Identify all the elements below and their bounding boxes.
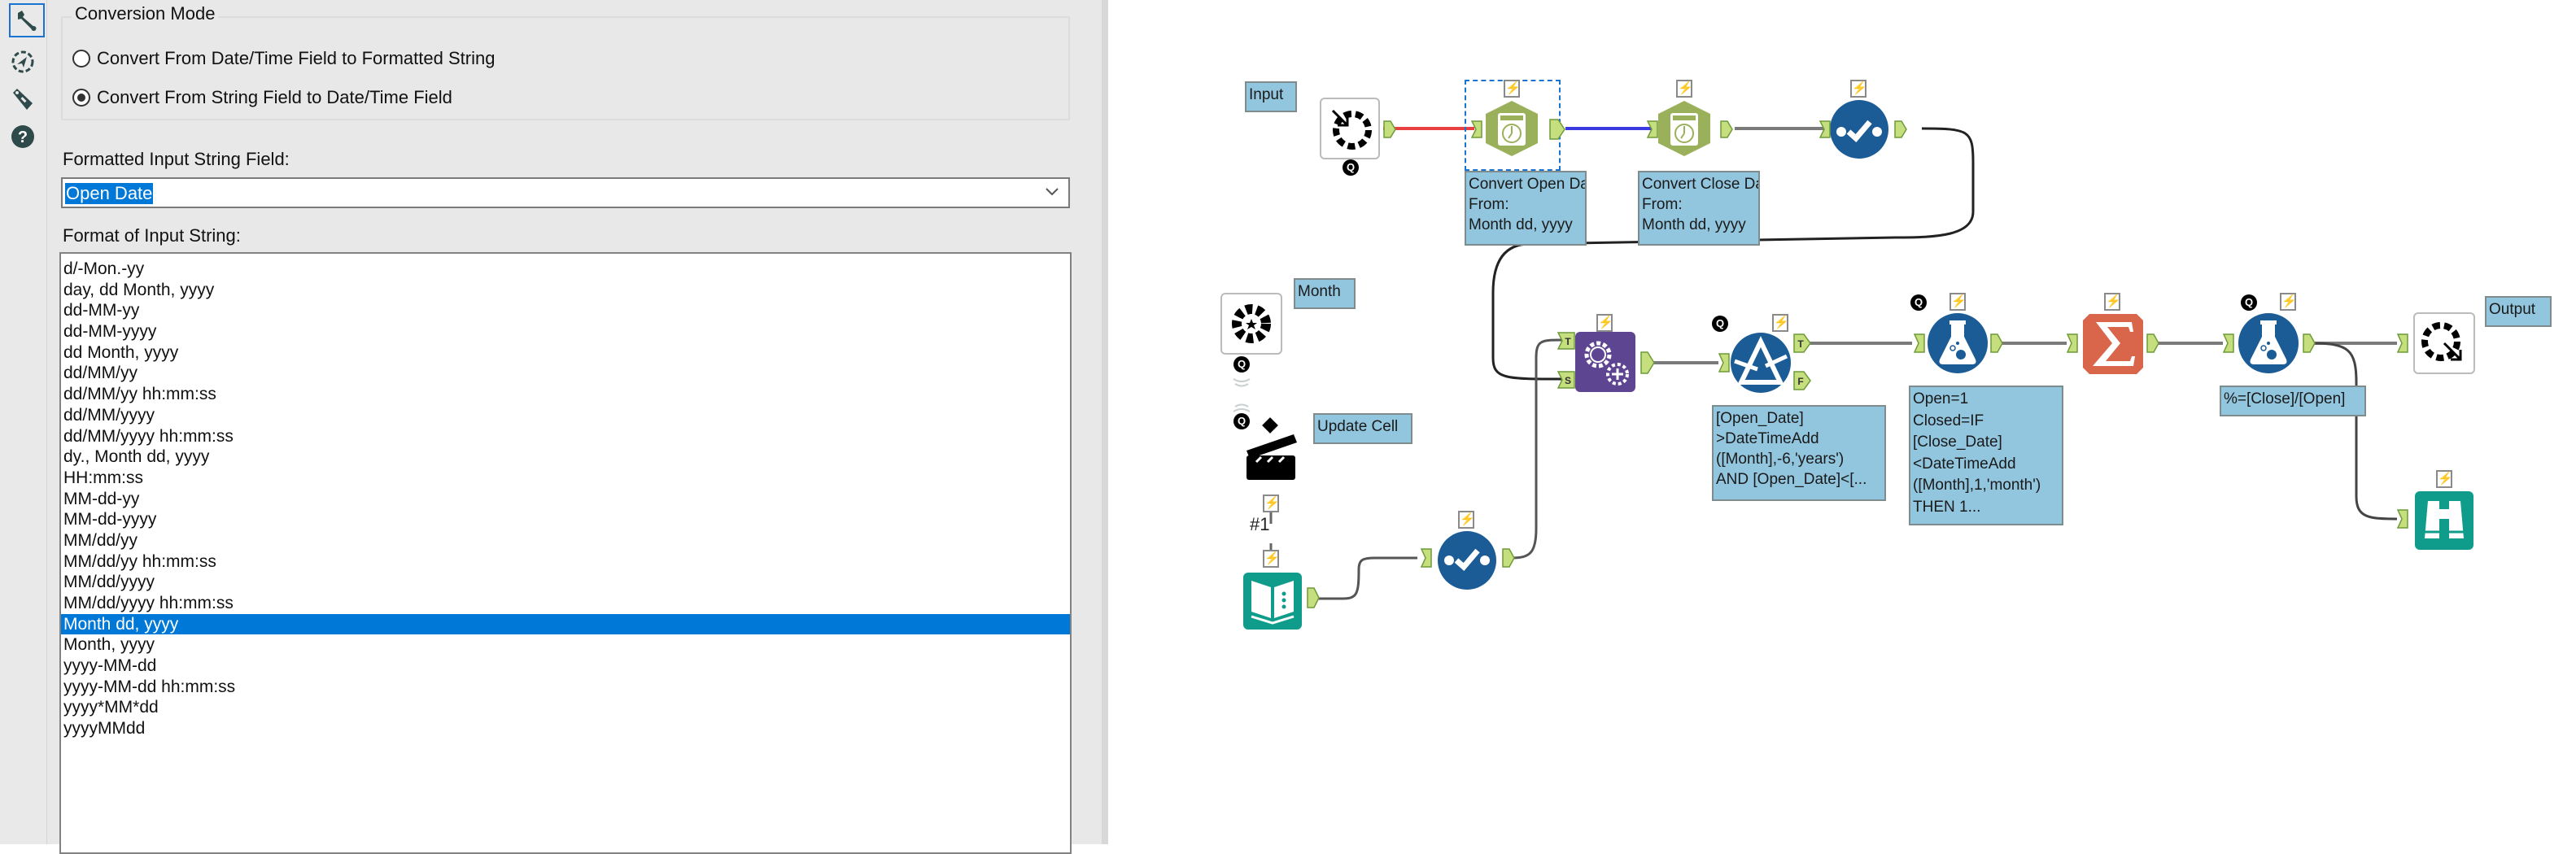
source-input-anchor[interactable]: S — [1557, 371, 1575, 389]
lightning-icon: ⚡ — [1676, 80, 1693, 98]
annotation-line: >DateTimeAdd — [1716, 430, 1819, 447]
lightning-icon: ⚡ — [1458, 511, 1475, 529]
annotation-update-cell: Update Cell — [1313, 413, 1412, 444]
svg-text:T: T — [1797, 338, 1804, 350]
input-anchor-icon[interactable] — [1718, 353, 1730, 373]
annotation-line: Convert Close Date — [1642, 176, 1758, 193]
annotation-line: From: — [1642, 196, 1683, 213]
annotation-filter: [Open_Date] >DateTimeAdd ([Month],-6,'ye… — [1712, 405, 1886, 501]
text-input-tool[interactable] — [1243, 569, 1302, 630]
input-anchor-icon[interactable] — [1914, 333, 1925, 353]
annotation-line: ([Month],-6,'years') — [1716, 451, 1845, 468]
output-anchor-icon[interactable] — [1990, 333, 2003, 353]
question-badge-icon: Q — [1910, 294, 1927, 311]
select-tool-bottom[interactable] — [1437, 530, 1497, 590]
formula-tool-2[interactable] — [2238, 312, 2299, 374]
output-anchor-icon[interactable] — [1502, 548, 1515, 568]
input-anchor-icon[interactable] — [2067, 333, 2078, 353]
annotation-line: THEN 1... — [1913, 498, 1981, 516]
annotation-line: AND [Open_Date]<[... — [1716, 471, 1867, 488]
lightning-icon: ⚡ — [1263, 495, 1280, 512]
output-anchor-icon[interactable] — [1383, 120, 1396, 138]
svg-text:T: T — [1565, 336, 1571, 347]
annotation-line: Open=1 — [1913, 390, 1969, 407]
select-tool-top[interactable] — [1829, 99, 1889, 159]
true-output-anchor[interactable]: T — [1793, 333, 1811, 353]
filter-tool[interactable] — [1730, 332, 1792, 394]
output-anchor-icon[interactable] — [1307, 587, 1320, 608]
input-anchor-icon[interactable] — [1421, 548, 1432, 568]
lightning-icon: ⚡ — [1504, 80, 1521, 98]
datetime-tool-close-date[interactable] — [1655, 99, 1714, 158]
annotation-line: [Open_Date] — [1716, 410, 1804, 427]
numeric-updown-tool[interactable] — [1220, 293, 1282, 355]
svg-text:F: F — [1797, 376, 1803, 387]
macro-output-tool[interactable] — [2413, 312, 2475, 374]
input-anchor-icon[interactable] — [2223, 333, 2234, 353]
macro-output-gear-icon — [2421, 322, 2462, 361]
annotation-line: Convert Open Date — [1469, 176, 1585, 193]
macro-input-gear-icon — [1331, 109, 1372, 150]
lightning-icon: ⚡ — [1772, 314, 1789, 332]
annotation-month: Month — [1294, 278, 1356, 309]
output-anchor-icon[interactable] — [1720, 120, 1733, 138]
connection-count-label: #1 — [1250, 514, 1270, 534]
connection-formula2-to-browse[interactable] — [2312, 342, 2398, 521]
datetime-icon — [1486, 101, 1538, 156]
input-anchor-icon[interactable] — [1471, 120, 1482, 138]
annotation-line: <DateTimeAdd — [1913, 455, 2016, 473]
annotation-line: ([Month],1,'month') — [1913, 477, 2041, 494]
annotation-line: Month dd, yyyy — [1642, 216, 1746, 233]
question-badge-icon: Q — [2241, 294, 2257, 311]
annotation-input: Input — [1245, 81, 1297, 112]
lightning-icon: ⚡ — [2104, 293, 2121, 311]
question-badge-icon: Q — [1712, 316, 1728, 332]
macro-input-tool[interactable] — [1320, 98, 1380, 159]
annotation-formula1: Open=1 Closed=IF [Close_Date] <DateTimeA… — [1909, 386, 2063, 525]
lightning-icon: ⚡ — [1596, 314, 1613, 332]
template-input-anchor[interactable]: T — [1557, 332, 1575, 350]
lightning-icon: ⚡ — [1263, 550, 1280, 568]
annotation-convert-close-date: Convert Close Date From: Month dd, yyyy — [1638, 171, 1760, 246]
annotation-output: Output — [2485, 296, 2552, 327]
summarize-tool[interactable] — [2083, 314, 2143, 374]
annotation-convert-open-date: Convert Open Date From: Month dd, yyyy — [1465, 171, 1587, 246]
annotation-formula2: %=[Close]/[Open] — [2220, 386, 2366, 416]
lightning-icon: ⚡ — [2280, 293, 2297, 311]
input-anchor-icon[interactable] — [1647, 120, 1658, 138]
lightning-icon: ⚡ — [1850, 80, 1867, 98]
connection-textinput-to-select2[interactable] — [1313, 556, 1417, 600]
input-anchor-icon[interactable] — [2397, 509, 2408, 529]
output-anchor-icon[interactable] — [1894, 120, 1907, 138]
action-tool[interactable] — [1245, 413, 1320, 481]
input-anchor-icon[interactable] — [2397, 333, 2408, 353]
annotation-line: Closed=IF — [1913, 412, 1984, 429]
input-anchor-icon[interactable] — [1819, 120, 1831, 138]
output-anchor-icon[interactable] — [1640, 351, 1655, 374]
formula-tool-1[interactable] — [1927, 312, 1989, 374]
false-output-anchor[interactable]: F — [1793, 371, 1811, 390]
connection-select2-to-macro-template[interactable] — [1511, 338, 1563, 560]
lightning-icon: ⚡ — [2436, 470, 2453, 488]
lightning-icon: ⚡ — [1949, 293, 1967, 311]
annotation-line: Month dd, yyyy — [1469, 216, 1573, 233]
output-anchor-icon[interactable] — [1549, 119, 1565, 140]
question-badge-icon: Q — [1233, 356, 1250, 373]
output-anchor-icon[interactable] — [2303, 333, 2316, 353]
question-badge-icon: Q — [1343, 159, 1359, 176]
output-anchor-icon[interactable] — [2146, 333, 2159, 353]
browse-tool[interactable] — [2415, 490, 2473, 550]
annotation-line: From: — [1469, 196, 1509, 213]
gear-icon — [1232, 304, 1271, 343]
annotation-line: [Close_Date] — [1913, 434, 2002, 451]
svg-text:S: S — [1565, 375, 1571, 386]
batch-macro-tool[interactable] — [1575, 332, 1635, 392]
